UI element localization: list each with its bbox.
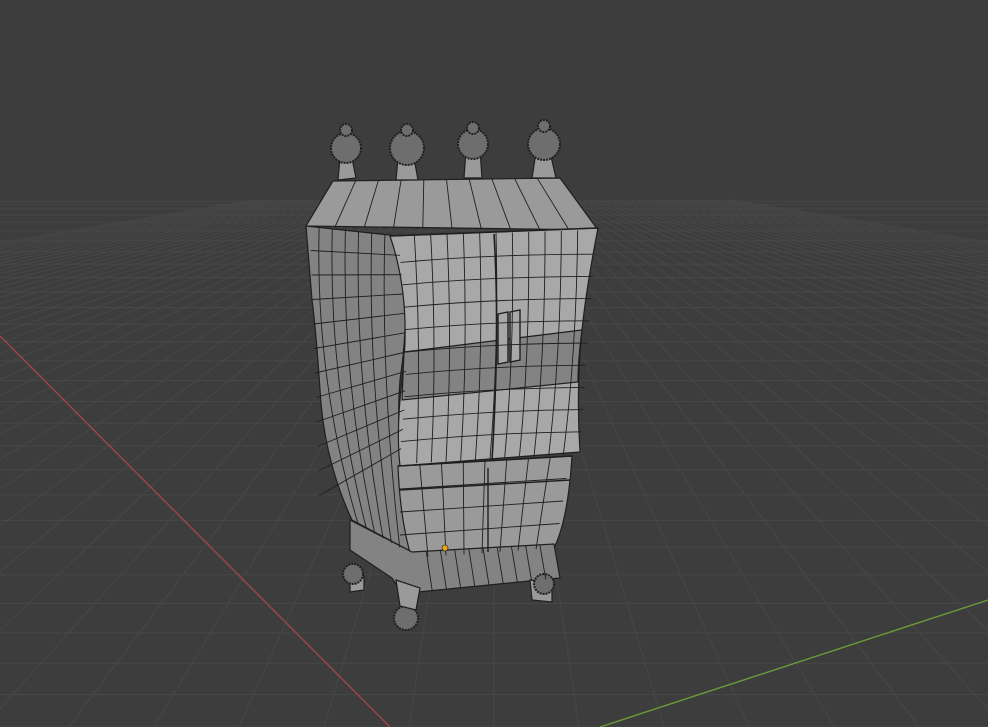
grid-line — [709, 199, 988, 252]
grid-line — [0, 199, 339, 288]
grid-line — [0, 199, 285, 255]
grid-line — [655, 199, 988, 283]
grid-line — [577, 199, 988, 396]
grid-line — [0, 199, 357, 304]
cabinet-mesh[interactable] — [304, 119, 600, 631]
grid-line — [0, 199, 333, 283]
grid-line — [601, 199, 988, 344]
finial-ball — [330, 132, 362, 164]
grid-line — [589, 199, 988, 367]
grid-line — [529, 199, 988, 710]
grid-line — [0, 199, 303, 264]
grid-line — [583, 199, 988, 381]
grid-line — [565, 199, 988, 436]
foot-ball — [533, 573, 555, 595]
finial-tip — [400, 123, 414, 137]
grid-line — [703, 199, 988, 255]
grid-line — [0, 199, 297, 261]
foot-ball — [342, 563, 364, 585]
cabinet-top-cap — [304, 177, 600, 231]
finial-tip — [339, 123, 353, 137]
finial-tip — [466, 121, 480, 135]
grid-line — [613, 199, 988, 326]
finial-tip — [537, 119, 551, 133]
object-origin — [441, 544, 449, 552]
viewport-canvas[interactable] — [0, 0, 988, 727]
grid-line — [0, 199, 279, 252]
grid-line — [0, 199, 291, 258]
3d-viewport[interactable] — [0, 0, 988, 727]
grid-line — [631, 199, 988, 304]
door-handle — [497, 311, 509, 365]
grid-line — [685, 199, 988, 264]
grid-line — [649, 199, 988, 288]
